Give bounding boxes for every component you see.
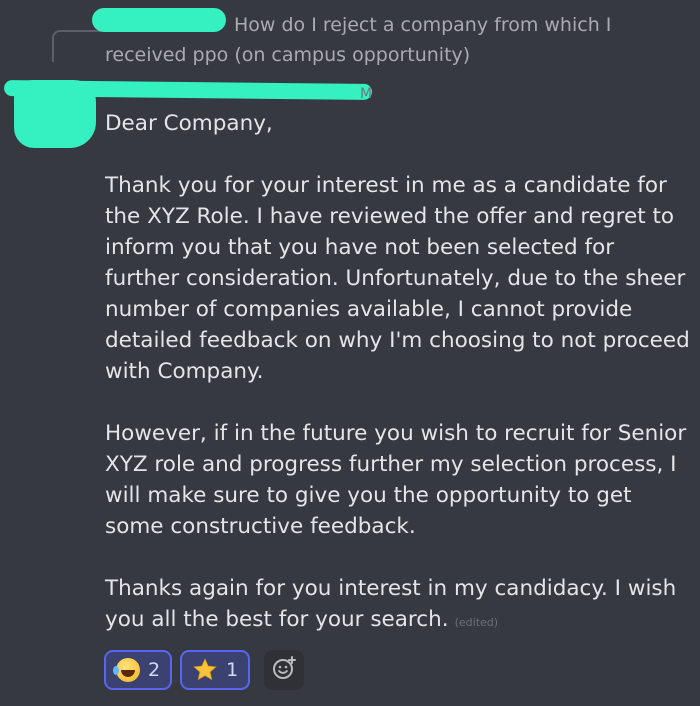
add-reaction-button[interactable]: [264, 650, 305, 690]
edited-label: (edited): [454, 616, 499, 629]
message-paragraph-2: However, if in the future you wish to re…: [105, 421, 687, 539]
add-reaction-icon: [271, 655, 297, 685]
message-greeting: Dear Company,: [105, 111, 273, 136]
message-paragraph-3: Thanks again for you interest in my cand…: [105, 573, 695, 638]
reaction-count: 1: [226, 659, 239, 681]
reaction-laughing[interactable]: 2: [104, 650, 173, 690]
message-paragraph-3-text: Thanks again for you interest in my cand…: [105, 576, 677, 632]
redaction-reply-username: [92, 8, 226, 32]
reply-connector: [52, 30, 102, 62]
message-timestamp: M: [360, 86, 373, 102]
star-icon: [192, 657, 218, 683]
message-paragraph-1: Thank you for your interest in me as a c…: [105, 173, 690, 384]
avatar-redacted[interactable]: [14, 80, 96, 148]
reaction-count: 2: [148, 659, 161, 681]
chat-view: How do I reject a company from which I r…: [0, 0, 700, 706]
message-body: Dear Company, Thank you for your interes…: [105, 108, 695, 638]
reaction-star[interactable]: 1: [180, 650, 251, 690]
laughing-face-icon: [113, 658, 140, 682]
reactions-bar: 2 1: [104, 650, 305, 690]
